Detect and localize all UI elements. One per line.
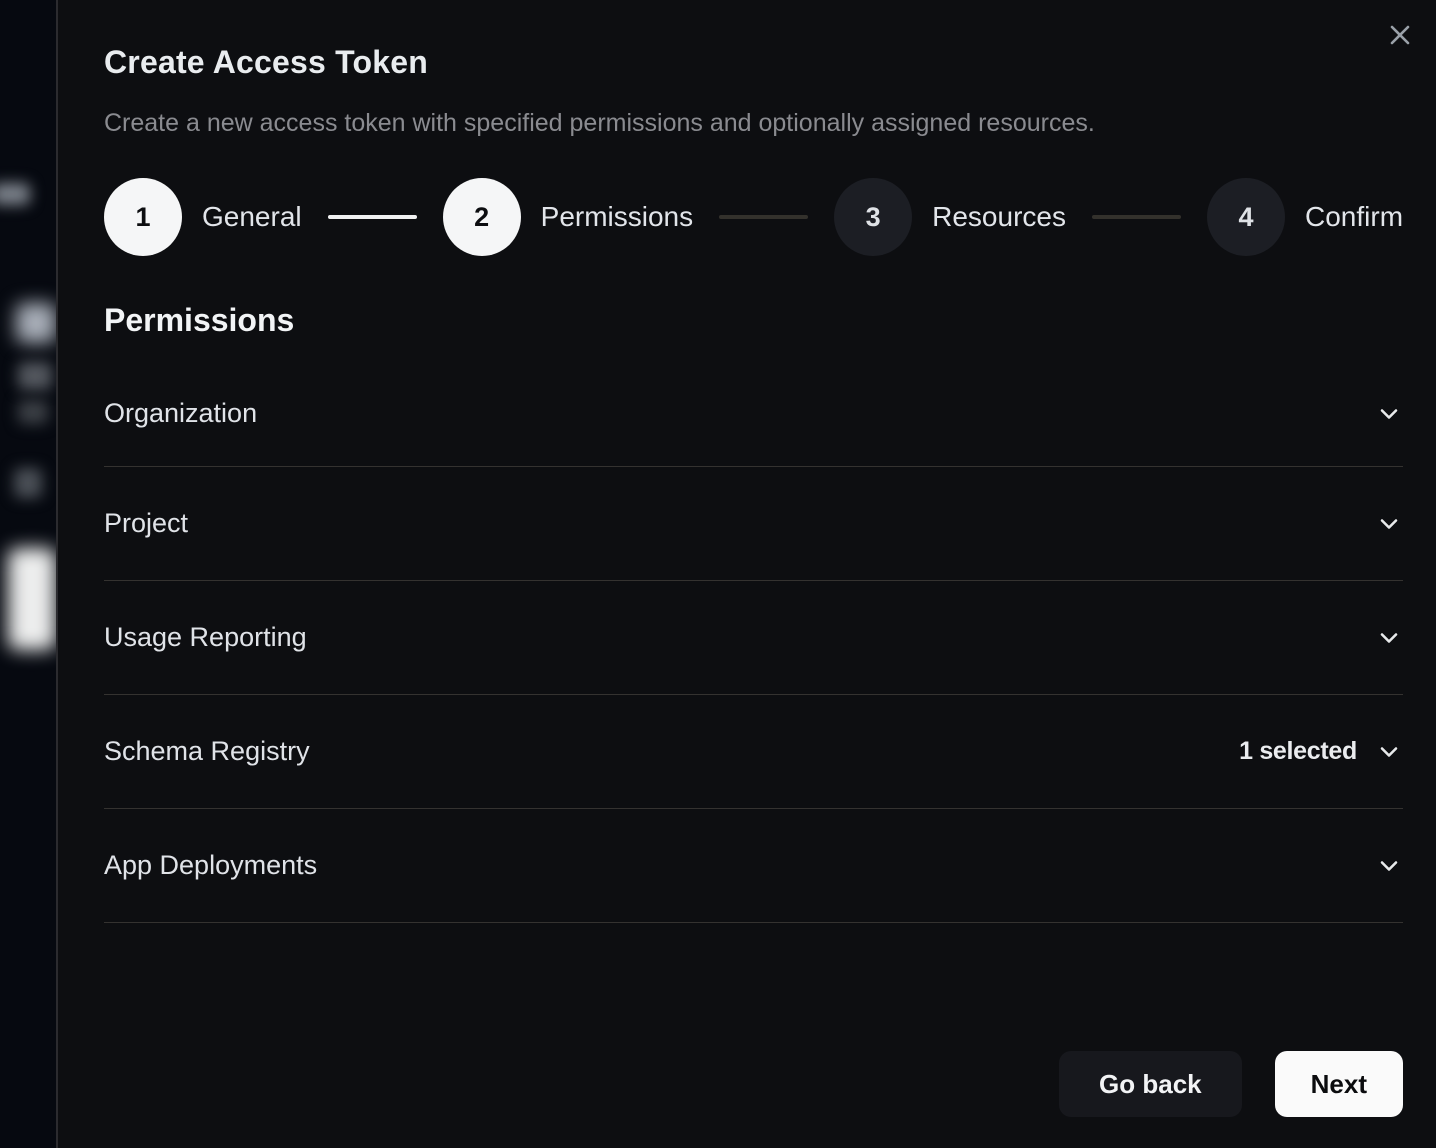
step-general[interactable]: 1 General <box>104 178 302 256</box>
dialog-title: Create Access Token <box>104 44 1403 81</box>
permission-row-usage-reporting[interactable]: Usage Reporting <box>104 581 1403 695</box>
step-label: Permissions <box>541 201 693 233</box>
chevron-down-icon[interactable] <box>1375 400 1403 428</box>
dialog-subtitle: Create a new access token with specified… <box>104 109 1403 138</box>
chevron-down-icon[interactable] <box>1375 624 1403 652</box>
step-resources[interactable]: 3 Resources <box>834 178 1066 256</box>
permissions-section-heading: Permissions <box>104 302 1403 339</box>
step-permissions[interactable]: 2 Permissions <box>443 178 693 256</box>
step-number-badge: 3 <box>834 178 912 256</box>
permission-row-app-deployments[interactable]: App Deployments <box>104 809 1403 923</box>
background-blur-shape <box>18 400 48 424</box>
dialog-footer: Go back Next <box>1059 1051 1403 1117</box>
step-number-badge: 1 <box>104 178 182 256</box>
go-back-button[interactable]: Go back <box>1059 1051 1242 1117</box>
background-blur-shape <box>8 548 56 650</box>
selection-count-badge: 1 selected <box>1239 737 1357 766</box>
step-number-badge: 2 <box>443 178 521 256</box>
step-label: Confirm <box>1305 201 1403 233</box>
close-button[interactable] <box>1384 20 1416 52</box>
permission-row-project[interactable]: Project <box>104 467 1403 581</box>
step-number-badge: 4 <box>1207 178 1285 256</box>
background-blur-shape <box>18 362 52 390</box>
background-blur-shape <box>14 468 42 498</box>
step-connector <box>719 215 808 219</box>
permissions-list: Organization Project Usage <box>104 361 1403 923</box>
screen: Create Access Token Create a new access … <box>0 0 1436 1148</box>
permission-row-organization[interactable]: Organization <box>104 361 1403 467</box>
background-blur-shape <box>16 303 56 343</box>
step-label: Resources <box>932 201 1066 233</box>
chevron-down-icon[interactable] <box>1375 738 1403 766</box>
background-blur-shape <box>0 183 30 205</box>
step-connector <box>1092 215 1181 219</box>
permission-row-label: Schema Registry <box>104 736 310 767</box>
stepper: 1 General 2 Permissions 3 Resources 4 Co… <box>104 178 1403 256</box>
permission-row-label: Project <box>104 508 188 539</box>
background-page <box>0 0 56 1148</box>
close-icon <box>1387 22 1413 51</box>
chevron-down-icon[interactable] <box>1375 852 1403 880</box>
permission-row-label: Usage Reporting <box>104 622 307 653</box>
permission-row-label: Organization <box>104 398 257 429</box>
step-label: General <box>202 201 302 233</box>
next-button[interactable]: Next <box>1275 1051 1403 1117</box>
permission-row-label: App Deployments <box>104 850 317 881</box>
chevron-down-icon[interactable] <box>1375 510 1403 538</box>
step-connector <box>328 215 417 219</box>
step-confirm[interactable]: 4 Confirm <box>1207 178 1403 256</box>
create-access-token-dialog: Create Access Token Create a new access … <box>56 0 1436 1148</box>
permission-row-schema-registry[interactable]: Schema Registry 1 selected <box>104 695 1403 809</box>
